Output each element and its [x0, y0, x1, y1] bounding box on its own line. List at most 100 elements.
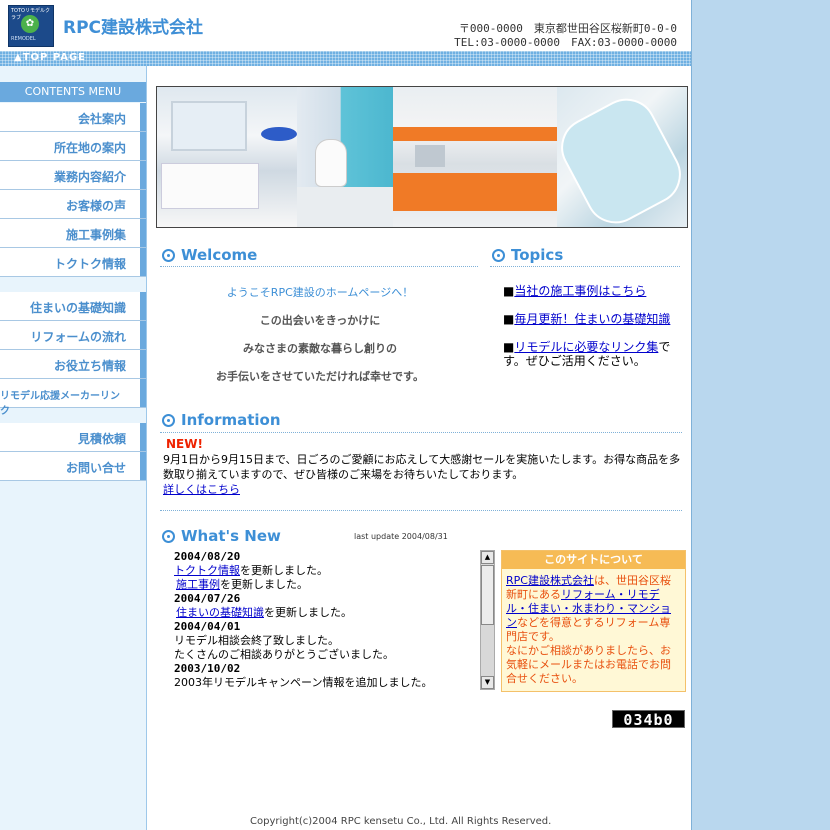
bullet: ■ [503, 312, 515, 326]
page-border [691, 0, 692, 830]
topic-item: ■当社の施工事例はこちら [503, 284, 685, 298]
topic-item: ■毎月更新！住まいの基礎知識 [503, 312, 685, 326]
news-text: たくさんのご相談ありがとうございました。 [174, 648, 394, 661]
menu-item-label: トクトク情報 [53, 257, 126, 271]
about-site-box: このサイトについて RPC建設株式会社は、世田谷区桜新町にあるリフォーム・リモデ… [501, 550, 686, 692]
menu-item-deals[interactable]: トクトク情報 [0, 248, 146, 277]
menu-item-label: リフォームの流れ [30, 330, 126, 344]
menu-item-tab [140, 190, 146, 218]
menu-item-maker-links[interactable]: リモデル応援メーカーリンク [0, 379, 146, 417]
welcome-line: みなさまの素敵な暮らし創りの [243, 342, 397, 355]
topics-divider [490, 266, 680, 267]
sidebar-divider [146, 66, 147, 830]
menu-item-housing-basics[interactable]: 住まいの基礎知識 [0, 292, 146, 321]
menu-item-customer-voice[interactable]: お客様の声 [0, 190, 146, 219]
menu-item-label: 業務内容紹介 [53, 170, 126, 184]
news-date: 2004/04/01 [168, 620, 494, 634]
news-text: リモデル相談会終了致しました。 [174, 634, 339, 647]
contents-menu-header: CONTENTS MENU [0, 82, 146, 102]
information-bottom-divider [160, 510, 682, 511]
last-update: last update 2004/08/31 [354, 532, 448, 541]
top-page-link[interactable]: ▲TOP PAGE [14, 52, 86, 63]
menu-item-label: お客様の声 [65, 199, 126, 213]
menu-item-label: 住まいの基礎知識 [29, 301, 126, 315]
about-site-title: このサイトについて [502, 551, 685, 569]
welcome-divider [160, 266, 478, 267]
about-company-link[interactable]: RPC建設株式会社 [506, 574, 594, 587]
about-text: などを得意とするリフォーム専門店です。 [506, 616, 671, 643]
welcome-title: Welcome [181, 246, 258, 264]
whats-new-section-icon [162, 530, 175, 543]
menu-item-tab [140, 132, 146, 160]
scroll-down-arrow-icon[interactable]: ▼ [481, 676, 494, 689]
topic-link-case-studies[interactable]: 当社の施工事例はこちら [514, 284, 646, 298]
menu-item-estimate[interactable]: 見積依頼 [0, 423, 146, 452]
news-item: 住まいの基礎知識を更新しました。 [168, 606, 494, 620]
new-badge: NEW! [166, 437, 203, 451]
date: 2004/07/26 [174, 592, 241, 605]
topic-item: ■リモデルに必要なリンク集です。ぜひご活用ください。 [503, 340, 685, 368]
bullet: ■ [503, 284, 515, 298]
menu-item-tab [140, 452, 146, 480]
date: 2004/04/01 [174, 620, 241, 633]
vanity-photo [157, 87, 297, 227]
information-title: Information [181, 411, 281, 429]
news-item: 施工事例を更新しました。 [168, 578, 494, 592]
top-nav-bar: ▲TOP PAGE [0, 51, 692, 66]
page: TOTOリモデルクラブ ✿ REMODEL RPC建設株式会社 〒000-000… [0, 0, 692, 830]
news-item: たくさんのご相談ありがとうございました。 [168, 648, 494, 662]
news-link-housing-basics[interactable]: 住まいの基礎知識 [176, 606, 264, 619]
phone-fax-line: TEL:03-0000-0000 FAX:03-0000-0000 [454, 36, 677, 49]
menu-item-label: 見積依頼 [77, 432, 126, 446]
scroll-thumb[interactable] [481, 565, 494, 625]
menu-item-tab [140, 321, 146, 349]
menu-item-contact[interactable]: お問い合せ [0, 452, 146, 481]
bathtub-photo [550, 87, 687, 227]
whats-new-list[interactable]: 2004/08/20 トクトク情報を更新しました。 施工事例を更新しました。 2… [168, 550, 494, 690]
news-text: を更新しました。 [240, 564, 328, 577]
company-name: RPC建設株式会社 [63, 18, 204, 38]
menu-item-reform-flow[interactable]: リフォームの流れ [0, 321, 146, 350]
menu-item-tab [140, 350, 146, 378]
news-item: トクトク情報を更新しました。 [168, 564, 494, 578]
toilet-photo [297, 87, 393, 227]
date: 2004/08/20 [174, 550, 241, 563]
welcome-section-icon [162, 249, 175, 262]
menu-item-label: 会社案内 [77, 112, 126, 126]
copyright: Copyright(c)2004 RPC kensetu Co., Ltd. A… [250, 816, 552, 827]
information-details-link[interactable]: 詳しくはこちら [163, 483, 240, 496]
menu-item-company-info[interactable]: 会社案内 [0, 103, 146, 132]
news-date: 2004/07/26 [168, 592, 494, 606]
menu-item-business[interactable]: 業務内容紹介 [0, 161, 146, 190]
information-section-icon [162, 414, 175, 427]
topics-title: Topics [511, 246, 564, 264]
news-text: を更新しました。 [264, 606, 352, 619]
menu-item-tab [140, 219, 146, 247]
news-link-case-studies[interactable]: 施工事例 [176, 578, 220, 591]
news-link-deals[interactable]: トクトク情報 [174, 564, 240, 577]
menu-item-useful-info[interactable]: お役立ち情報 [0, 350, 146, 379]
menu-item-label: お役立ち情報 [53, 359, 126, 373]
menu-item-label: リモデル応援メーカーリンク [0, 391, 120, 417]
welcome-line: お手伝いをさせていただければ幸せです。 [216, 370, 424, 383]
welcome-line: ようこそRPC建設のホームページへ！ [226, 286, 414, 299]
banner-image [156, 86, 688, 228]
news-date: 2003/10/02 [168, 662, 494, 676]
news-scrollbar[interactable]: ▲ ▼ [480, 550, 495, 690]
date: 2003/10/02 [174, 662, 241, 675]
information-divider [160, 432, 682, 433]
menu-item-label: お問い合せ [65, 461, 126, 475]
company-address: 〒000-0000 東京都世田谷区桜新町0-0-0 TEL:03-0000-00… [454, 22, 677, 50]
topics-section-icon [492, 249, 505, 262]
topic-link-remodel-links[interactable]: リモデルに必要なリンク集 [514, 340, 658, 354]
menu-item-case-studies[interactable]: 施工事例集 [0, 219, 146, 248]
menu-item-label: 所在地の案内 [53, 141, 126, 155]
menu-item-tab [140, 379, 146, 407]
news-item: 2003年リモデルキャンペーン情報を追加しました。 [168, 676, 494, 690]
menu-item-location[interactable]: 所在地の案内 [0, 132, 146, 161]
leaf-icon: ✿ [21, 15, 39, 33]
news-item: リモデル相談会終了致しました。 [168, 634, 494, 648]
scroll-up-arrow-icon[interactable]: ▲ [481, 551, 494, 564]
company-logo[interactable]: TOTOリモデルクラブ ✿ REMODEL [8, 5, 54, 47]
topic-link-housing-basics[interactable]: 毎月更新！住まいの基礎知識 [514, 312, 670, 326]
